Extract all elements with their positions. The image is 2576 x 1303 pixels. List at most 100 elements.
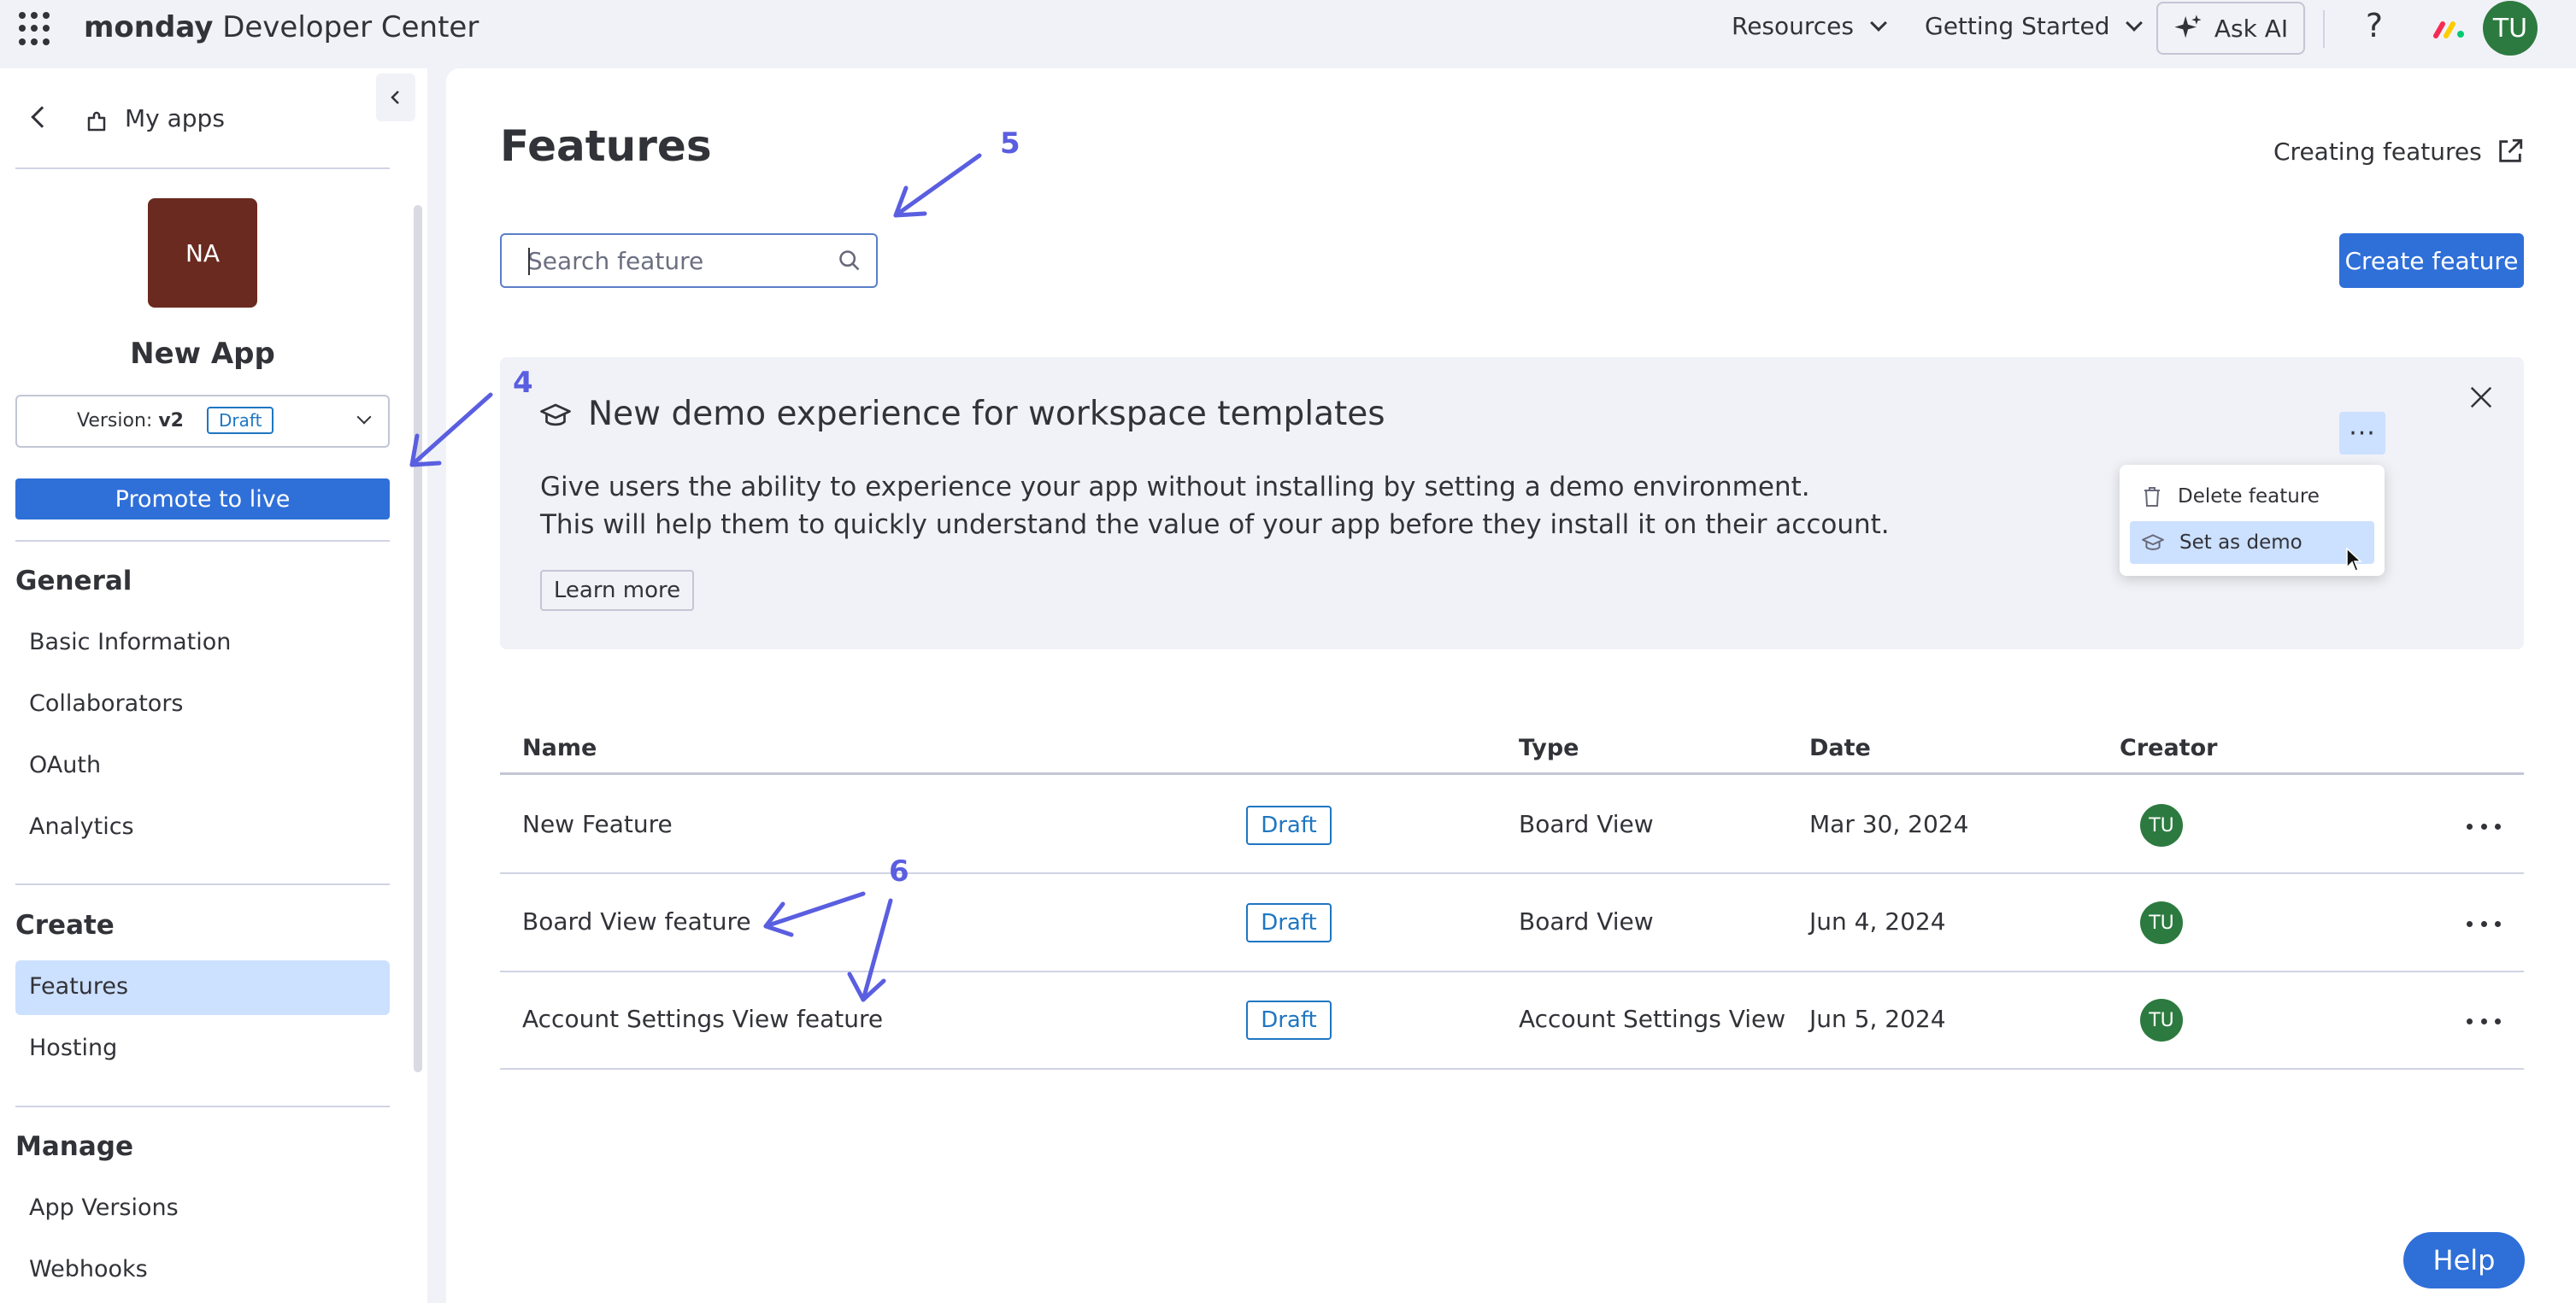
sidebar-item-webhooks[interactable]: Webhooks bbox=[29, 1256, 148, 1282]
feature-name[interactable]: New Feature bbox=[522, 810, 673, 838]
top-bar: monday Developer Center Resources Gettin… bbox=[0, 0, 2576, 68]
feature-date: Jun 5, 2024 bbox=[1809, 1005, 1946, 1033]
sidebar: My apps NA New App Version: v2 Draft Pro… bbox=[0, 68, 427, 1303]
row-divider bbox=[500, 872, 2524, 874]
section-general: General bbox=[15, 566, 132, 596]
column-header-creator[interactable]: Creator bbox=[2120, 735, 2217, 761]
sidebar-item-oauth[interactable]: OAuth bbox=[29, 752, 101, 778]
app-icon: NA bbox=[148, 198, 257, 308]
creating-features-link[interactable]: Creating features bbox=[2273, 137, 2525, 166]
version-selector[interactable]: Version: v2 Draft bbox=[15, 395, 390, 448]
row-more-menu-icon[interactable] bbox=[2467, 915, 2501, 932]
annotation-number-4: 4 bbox=[513, 366, 533, 400]
row-divider bbox=[500, 971, 2524, 972]
ask-ai-button[interactable]: Ask AI bbox=[2156, 2, 2305, 55]
divider bbox=[15, 167, 390, 169]
apps-grid-icon[interactable] bbox=[19, 12, 53, 46]
monday-logo-icon[interactable] bbox=[2432, 19, 2467, 39]
banner-description: Give users the ability to experience you… bbox=[540, 468, 1890, 543]
feature-name[interactable]: Board View feature bbox=[522, 907, 751, 936]
set-as-demo-label: Set as demo bbox=[2179, 531, 2303, 554]
collapse-sidebar-button[interactable] bbox=[376, 73, 415, 121]
banner-line-1: Give users the ability to experience you… bbox=[540, 472, 1810, 502]
ask-ai-label: Ask AI bbox=[2214, 14, 2289, 43]
version-value: v2 bbox=[158, 410, 184, 431]
delete-feature-menu-item[interactable]: Delete feature bbox=[2130, 475, 2374, 518]
feature-date: Mar 30, 2024 bbox=[1809, 810, 1969, 838]
divider bbox=[15, 1106, 390, 1107]
banner-title: New demo experience for workspace templa… bbox=[588, 395, 1385, 433]
annotation-number-6: 6 bbox=[889, 854, 909, 889]
trash-icon bbox=[2144, 487, 2160, 507]
close-icon[interactable] bbox=[2468, 384, 2494, 410]
version-label: Version: v2 bbox=[77, 410, 184, 431]
search-input[interactable] bbox=[500, 233, 878, 288]
graduation-cap-icon bbox=[540, 403, 571, 426]
column-header-date[interactable]: Date bbox=[1809, 735, 1871, 761]
status-badge: Draft bbox=[1246, 1001, 1332, 1040]
sidebar-item-basic-information[interactable]: Basic Information bbox=[29, 629, 231, 655]
resources-label: Resources bbox=[1732, 12, 1854, 40]
sparkle-icon bbox=[2174, 15, 2202, 38]
column-header-name[interactable]: Name bbox=[522, 735, 597, 761]
help-button[interactable]: Help bbox=[2403, 1232, 2525, 1288]
brand-rest: Developer Center bbox=[213, 10, 479, 44]
section-create: Create bbox=[15, 910, 115, 941]
feature-type: Board View bbox=[1519, 907, 1654, 936]
graduation-cap-icon bbox=[2142, 534, 2164, 550]
set-as-demo-menu-item[interactable]: Set as demo bbox=[2130, 521, 2374, 564]
column-header-type[interactable]: Type bbox=[1519, 735, 1579, 761]
version-prefix: Version: bbox=[77, 410, 153, 431]
table-header-divider bbox=[500, 772, 2524, 775]
getting-started-menu[interactable]: Getting Started bbox=[1925, 12, 2144, 40]
chevron-left-icon bbox=[391, 91, 399, 104]
status-badge: Draft bbox=[1246, 903, 1332, 942]
promote-to-live-button[interactable]: Promote to live bbox=[15, 478, 390, 519]
feature-date: Jun 4, 2024 bbox=[1809, 907, 1946, 936]
section-manage: Manage bbox=[15, 1131, 133, 1162]
annotation-number-5: 5 bbox=[1000, 126, 1020, 161]
banner-line-2: This will help them to quickly understan… bbox=[540, 509, 1890, 540]
feature-type: Board View bbox=[1519, 810, 1654, 838]
sidebar-scrollbar[interactable] bbox=[414, 205, 422, 1072]
mouse-cursor-icon bbox=[2346, 547, 2362, 572]
text-caret bbox=[528, 248, 530, 275]
page-title: Features bbox=[500, 121, 712, 171]
search-icon[interactable] bbox=[838, 249, 862, 273]
brand-logo[interactable]: monday Developer Center bbox=[84, 10, 479, 44]
puzzle-icon bbox=[87, 111, 106, 132]
divider bbox=[15, 540, 390, 542]
row-more-menu-icon[interactable] bbox=[2467, 818, 2501, 835]
status-badge: Draft bbox=[1246, 806, 1332, 845]
feature-type: Account Settings View bbox=[1519, 1005, 1786, 1033]
external-link-icon bbox=[2498, 138, 2522, 162]
feature-name[interactable]: Account Settings View feature bbox=[522, 1005, 883, 1033]
create-feature-button[interactable]: Create feature bbox=[2339, 233, 2524, 288]
sidebar-item-hosting[interactable]: Hosting bbox=[29, 1035, 117, 1061]
banner-more-menu-button[interactable]: ··· bbox=[2339, 412, 2385, 455]
user-avatar[interactable]: TU bbox=[2483, 1, 2538, 56]
sidebar-item-collaborators[interactable]: Collaborators bbox=[29, 690, 184, 717]
creator-avatar: TU bbox=[2140, 999, 2183, 1042]
row-more-menu-icon[interactable] bbox=[2467, 1012, 2501, 1030]
delete-feature-label: Delete feature bbox=[2178, 485, 2320, 508]
learn-more-button[interactable]: Learn more bbox=[540, 570, 694, 611]
back-arrow-icon[interactable] bbox=[31, 106, 53, 128]
chevron-down-icon bbox=[356, 409, 372, 425]
version-status-badge: Draft bbox=[207, 407, 274, 434]
sidebar-item-app-versions[interactable]: App Versions bbox=[29, 1194, 179, 1221]
divider bbox=[15, 883, 390, 885]
my-apps-link[interactable]: My apps bbox=[125, 104, 225, 132]
creating-features-label: Creating features bbox=[2273, 137, 2482, 166]
creator-avatar: TU bbox=[2140, 804, 2183, 847]
resources-menu[interactable]: Resources bbox=[1732, 12, 1887, 40]
row-divider bbox=[500, 1068, 2524, 1070]
sidebar-item-features[interactable]: Features bbox=[29, 973, 128, 1000]
topbar-divider bbox=[2323, 10, 2325, 48]
chevron-down-icon bbox=[1870, 14, 1887, 32]
help-icon[interactable]: ? bbox=[2359, 7, 2390, 44]
chevron-down-icon bbox=[2126, 14, 2144, 32]
sidebar-item-analytics[interactable]: Analytics bbox=[29, 813, 134, 840]
app-name: New App bbox=[130, 337, 275, 371]
creator-avatar: TU bbox=[2140, 901, 2183, 944]
